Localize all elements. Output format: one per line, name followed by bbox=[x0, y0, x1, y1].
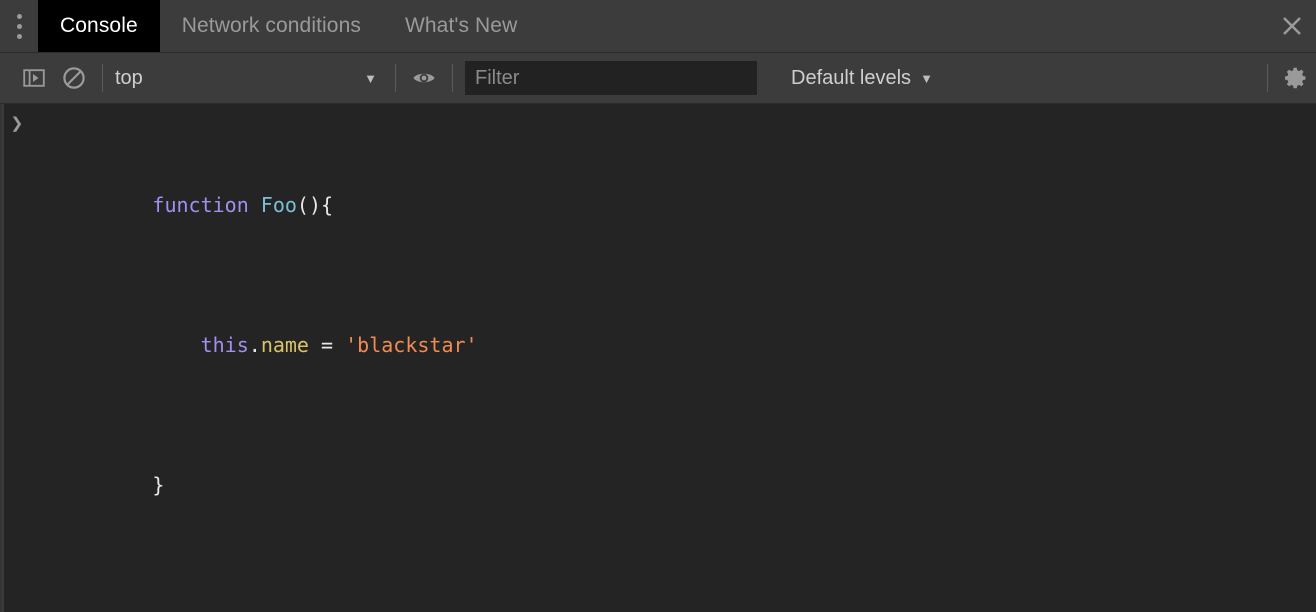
execution-context-select[interactable]: top ▼ bbox=[111, 61, 387, 95]
log-levels-label: Default levels bbox=[791, 66, 912, 89]
chevron-down-icon: ▼ bbox=[364, 70, 377, 86]
clear-console-button[interactable] bbox=[54, 58, 94, 98]
gear-icon bbox=[1285, 67, 1306, 89]
code-token: 'blackstar' bbox=[345, 333, 478, 357]
more-dot-icon bbox=[16, 33, 22, 39]
toolbar-divider bbox=[102, 64, 103, 92]
code-token: = bbox=[308, 333, 346, 357]
toolbar-divider bbox=[1267, 64, 1268, 92]
code-line: function Foo(){ bbox=[32, 163, 1316, 247]
tab-bar-spacer bbox=[539, 0, 1268, 52]
console-input-block[interactable]: ❯ function Foo(){ this.name = 'blackstar… bbox=[2, 104, 1316, 612]
more-dot-icon bbox=[16, 23, 22, 29]
tab-console[interactable]: Console bbox=[38, 0, 160, 52]
tab-console-label: Console bbox=[60, 14, 138, 37]
code-token: function bbox=[152, 193, 249, 217]
eye-icon bbox=[413, 73, 435, 83]
code-line: var foo = new Foo() bbox=[32, 583, 1316, 612]
close-icon bbox=[1283, 17, 1301, 35]
code-line: this.name = 'blackstar' bbox=[32, 303, 1316, 387]
more-tabs-button[interactable] bbox=[0, 0, 38, 52]
code-token: (){ bbox=[296, 193, 334, 217]
devtools-panel: Console Network conditions What's New to… bbox=[0, 0, 1316, 612]
tab-whats-new-label: What's New bbox=[404, 14, 518, 37]
sidebar-panel-icon bbox=[23, 69, 45, 87]
console-message-list[interactable]: ❯ function Foo(){ this.name = 'blackstar… bbox=[0, 104, 1316, 612]
prompt-gutter: ❯ bbox=[2, 107, 32, 137]
toolbar-divider bbox=[452, 64, 453, 92]
code-token: . bbox=[248, 333, 261, 357]
toolbar-divider bbox=[395, 64, 396, 92]
tab-network-conditions-label: Network conditions bbox=[181, 14, 361, 37]
code-token: } bbox=[152, 473, 165, 497]
code-token: this bbox=[200, 333, 249, 357]
code-token: Foo bbox=[260, 193, 297, 217]
close-devtools-button[interactable] bbox=[1268, 0, 1316, 52]
log-levels-select[interactable]: Default levels ▼ bbox=[779, 61, 945, 95]
no-entry-icon bbox=[63, 67, 85, 89]
console-toolbar: top ▼ Default levels ▼ bbox=[0, 53, 1316, 104]
prompt-chevron-icon: ❯ bbox=[10, 111, 24, 135]
more-dot-icon bbox=[16, 13, 22, 19]
console-input-code: function Foo(){ this.name = 'blackstar' … bbox=[32, 107, 1316, 612]
tab-whats-new[interactable]: What's New bbox=[383, 0, 539, 52]
tab-bar: Console Network conditions What's New bbox=[0, 0, 1316, 53]
chevron-down-icon: ▼ bbox=[920, 70, 933, 86]
filter-input[interactable] bbox=[465, 61, 757, 95]
tab-network-conditions[interactable]: Network conditions bbox=[160, 0, 383, 52]
live-expression-button[interactable] bbox=[404, 58, 444, 98]
code-line: } bbox=[32, 443, 1316, 527]
console-settings-button[interactable] bbox=[1276, 58, 1316, 98]
execution-context-value: top bbox=[115, 66, 143, 89]
console-sidebar-toggle-button[interactable] bbox=[14, 58, 54, 98]
code-token: name bbox=[260, 333, 309, 357]
